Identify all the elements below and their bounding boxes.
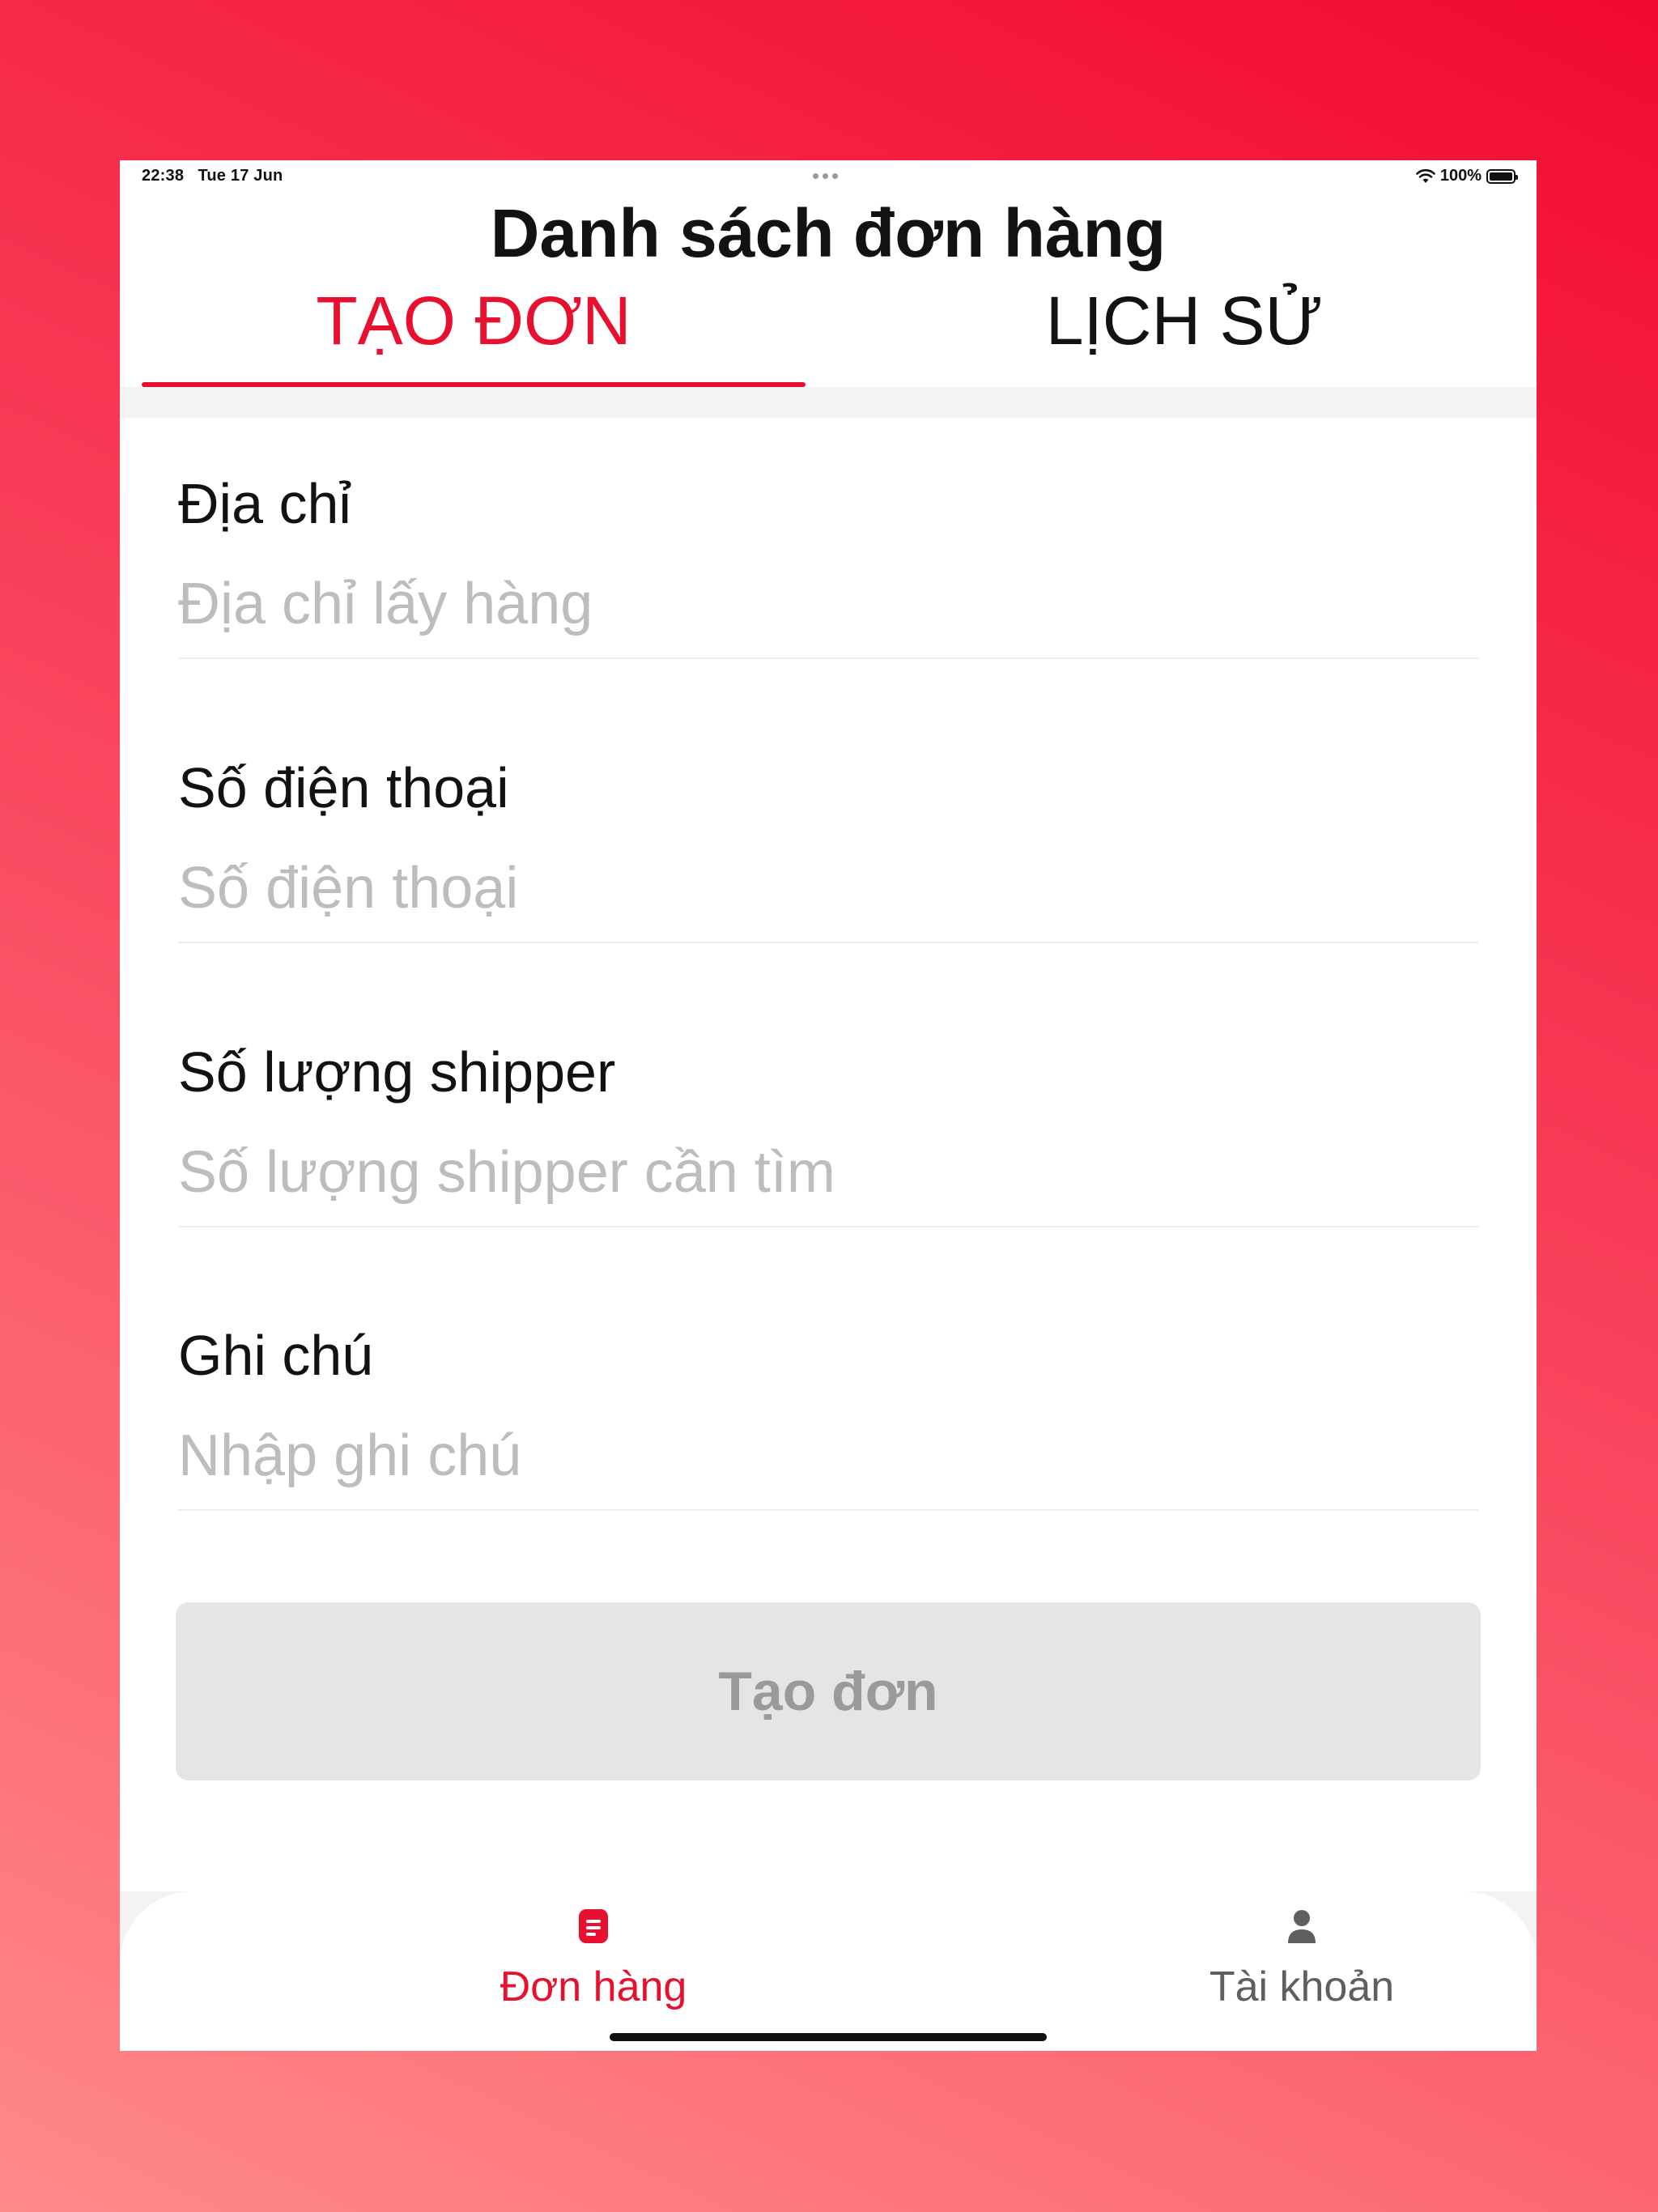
status-bar: 22:38 Tue 17 Jun 100%	[120, 160, 1537, 193]
nav-orders-label: Đơn hàng	[500, 1963, 687, 2010]
address-divider	[178, 657, 1478, 659]
multitasking-dots-icon[interactable]	[813, 173, 838, 179]
note-input[interactable]	[178, 1419, 1478, 1493]
tab-history[interactable]: LỊCH SỬ	[840, 282, 1528, 387]
home-indicator[interactable]	[610, 2033, 1047, 2041]
phone-divider	[178, 942, 1478, 943]
status-indicators: 100%	[1416, 167, 1518, 185]
status-time-value: 22:38	[142, 167, 185, 185]
note-divider	[178, 1509, 1478, 1511]
battery-icon	[1486, 168, 1518, 184]
status-time: 22:38 Tue 17 Jun	[142, 167, 283, 185]
nav-item-account[interactable]: Tài khoản	[1059, 1891, 1537, 2029]
battery-percent: 100%	[1439, 167, 1482, 185]
phone-group: Số điện thoại	[178, 754, 1478, 943]
address-input[interactable]	[178, 567, 1478, 641]
nav-item-orders[interactable]: Đơn hàng	[351, 1891, 836, 2029]
note-group: Ghi chú	[178, 1321, 1478, 1511]
document-icon	[579, 1909, 608, 1943]
app-screen: 22:38 Tue 17 Jun 100% Danh sách đơn hàng…	[120, 160, 1537, 2051]
address-group: Địa chỉ	[178, 470, 1478, 659]
phone-input[interactable]	[178, 851, 1478, 925]
shipper-count-input[interactable]	[178, 1135, 1478, 1210]
create-order-button[interactable]: Tạo đơn	[176, 1602, 1481, 1780]
wifi-icon	[1416, 168, 1435, 183]
page-title: Danh sách đơn hàng	[490, 195, 1167, 271]
battery-fill	[1490, 172, 1512, 181]
shipper-count-group: Số lượng shipper	[178, 1038, 1478, 1227]
tab-create-order[interactable]: TẠO ĐƠN	[142, 282, 806, 387]
bottom-nav: Đơn hàng Tài khoản	[120, 1891, 1537, 2051]
note-label: Ghi chú	[178, 1324, 374, 1387]
tabs-divider	[120, 387, 1537, 418]
nav-account-label: Tài khoản	[1209, 1963, 1395, 2010]
user-icon	[1288, 1910, 1316, 1943]
shipper-count-label: Số lượng shipper	[178, 1040, 616, 1104]
shipper-count-divider	[178, 1226, 1478, 1227]
address-label: Địa chỉ	[178, 472, 351, 535]
status-date: Tue 17 Jun	[198, 167, 283, 185]
phone-label: Số điện thoại	[178, 756, 509, 819]
tab-bar: TẠO ĐƠN LỊCH SỬ	[120, 282, 1537, 387]
